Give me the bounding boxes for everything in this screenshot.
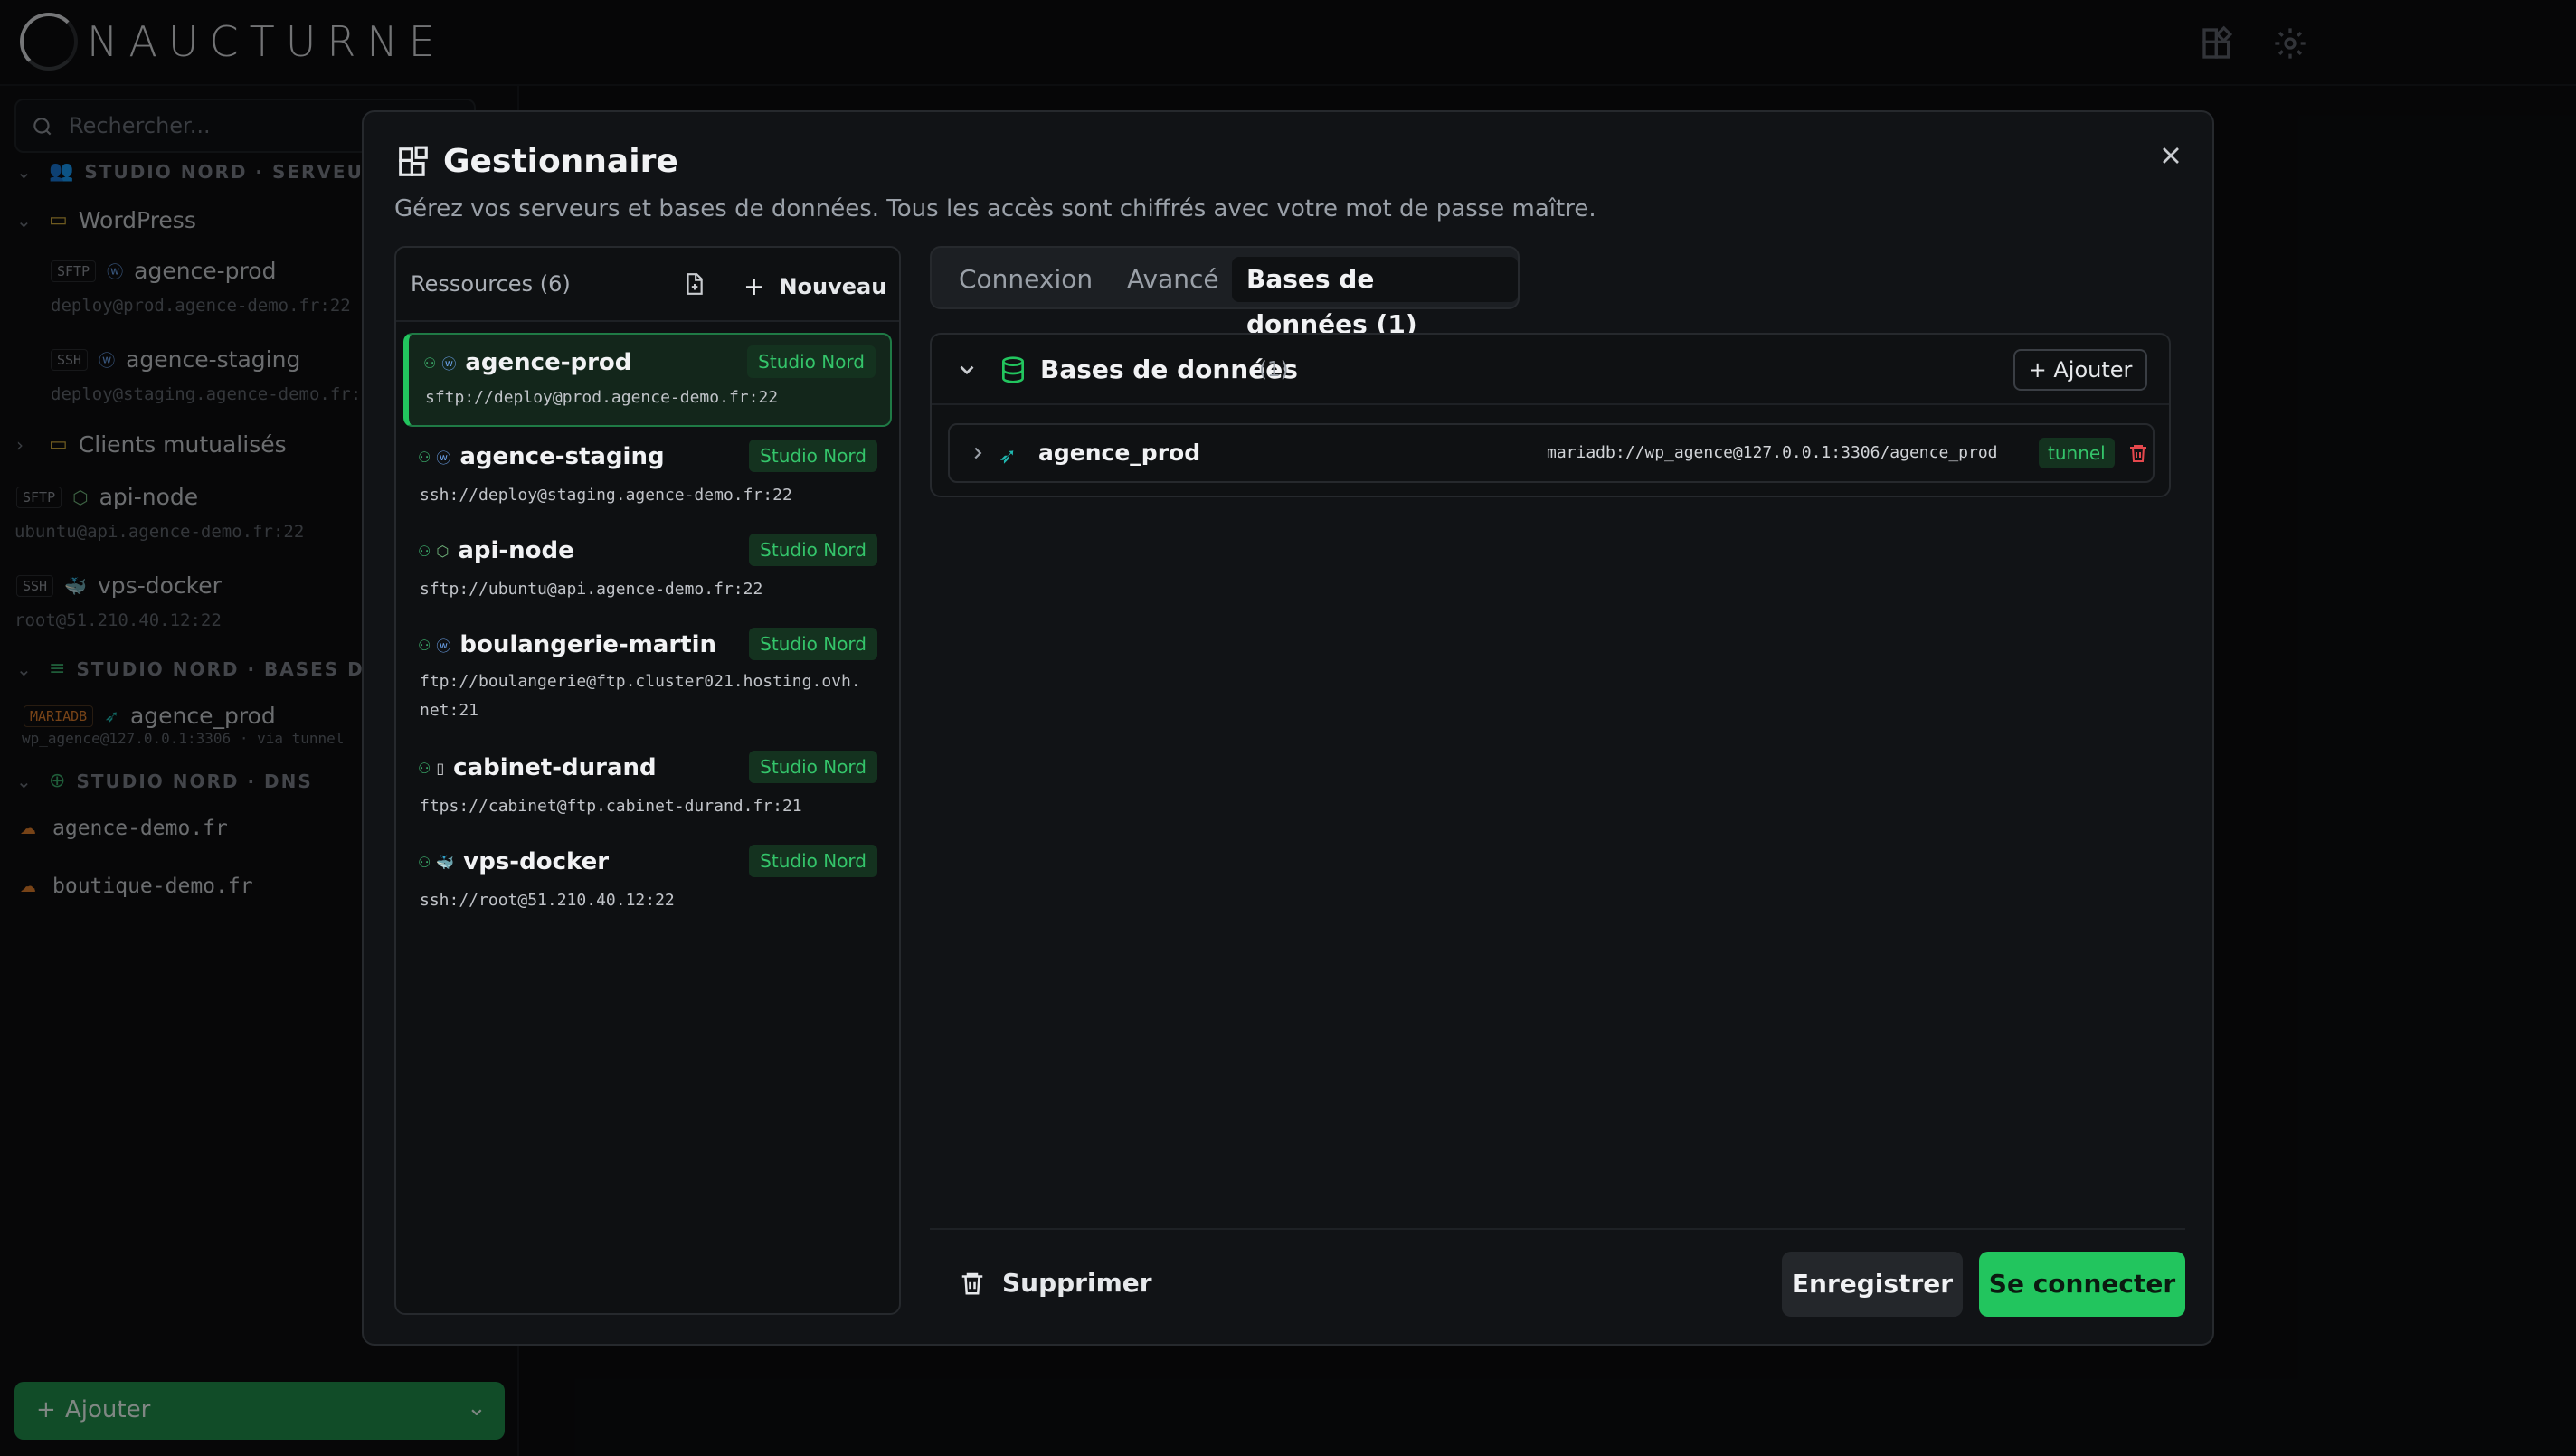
modal-description: Gérez vos serveurs et bases de données. … <box>394 195 1596 222</box>
workspace-badge: Studio Nord <box>749 628 877 660</box>
docker-icon: 🐳 <box>436 853 455 871</box>
mariadb-icon: ➶ <box>999 443 1018 468</box>
resource-url: sftp://ubuntu@api.agence-demo.fr:22 <box>420 580 763 599</box>
resource-item[interactable]: ⚇ ⓦ agence-staging Studio Nord ssh://dep… <box>403 429 892 519</box>
workspace-badge: Studio Nord <box>749 440 877 472</box>
databases-count: (1) <box>1259 358 1289 382</box>
resource-name: agence-staging <box>459 443 665 470</box>
database-row[interactable]: ➶ agence_prod mariadb://wp_agence@127.0.… <box>948 423 2155 483</box>
people-icon: ⚇ <box>418 853 431 871</box>
add-database-button[interactable]: + Ajouter <box>2013 349 2147 391</box>
resource-item[interactable]: ⚇ 🐳 vps-docker Studio Nord ssh://root@51… <box>403 834 892 924</box>
chevron-right-icon[interactable] <box>968 443 988 463</box>
tab-connexion[interactable]: Connexion <box>944 257 1107 302</box>
resource-name: vps-docker <box>463 848 610 875</box>
database-url: mariadb://wp_agence@127.0.0.1:3306/agenc… <box>1547 443 1998 462</box>
new-resource-button[interactable]: + Nouveau <box>743 271 886 301</box>
database-name: agence_prod <box>1038 440 1201 466</box>
delete-label: Supprimer <box>1002 1268 1152 1298</box>
resources-header: Ressources (6) + Nouveau <box>396 248 899 322</box>
tab-bases-de-donnees[interactable]: Bases de données (1) <box>1232 257 1518 339</box>
resource-url: ftp://boulangerie@ftp.cluster021.hosting… <box>420 672 861 691</box>
tunnel-badge: tunnel <box>2039 438 2115 468</box>
connect-button[interactable]: Se connecter <box>1979 1252 2185 1317</box>
workspace-badge: Studio Nord <box>749 845 877 877</box>
resource-name: boulangerie-martin <box>459 631 717 658</box>
plus-icon: + <box>2028 357 2054 383</box>
file-icon: ▯ <box>436 759 445 777</box>
manager-modal: Gestionnaire Gérez vos serveurs et bases… <box>362 110 2214 1346</box>
new-label: Nouveau <box>779 273 887 299</box>
databases-section: Bases de données (1) + Ajouter ➶ agence_… <box>930 333 2171 497</box>
people-icon: ⚇ <box>418 759 431 777</box>
wordpress-icon: ⓦ <box>441 355 457 373</box>
resource-name: cabinet-durand <box>453 754 657 781</box>
resource-url: net:21 <box>420 701 479 720</box>
modal-title: Gestionnaire <box>443 143 678 180</box>
trash-icon <box>961 1272 983 1294</box>
chevron-down-icon[interactable] <box>955 358 979 382</box>
add-label: Ajouter <box>2053 357 2133 383</box>
close-icon[interactable] <box>2156 141 2185 170</box>
resource-url: ftps://cabinet@ftp.cabinet-durand.fr:21 <box>420 797 802 816</box>
resource-item[interactable]: ⚇ ⬡ api-node Studio Nord sftp://ubuntu@a… <box>403 523 892 613</box>
people-icon: ⚇ <box>418 636 431 654</box>
database-icon <box>1002 356 1024 383</box>
resource-item[interactable]: ⚇ ▯ cabinet-durand Studio Nord ftps://ca… <box>403 740 892 830</box>
resource-url: ssh://deploy@staging.agence-demo.fr:22 <box>420 486 792 505</box>
databases-header: Bases de données (1) + Ajouter <box>932 335 2169 405</box>
workspace-badge: Studio Nord <box>747 345 876 378</box>
tab-bar: Connexion Avancé Bases de données (1) <box>930 246 1520 339</box>
people-icon: ⚇ <box>423 354 437 372</box>
resource-name: agence-prod <box>465 349 632 376</box>
nodejs-icon: ⬡ <box>436 542 450 560</box>
save-button[interactable]: Enregistrer <box>1782 1252 1963 1317</box>
resource-url: ssh://root@51.210.40.12:22 <box>420 891 675 910</box>
resource-name: api-node <box>458 537 574 564</box>
delete-button[interactable]: Supprimer <box>959 1268 1152 1298</box>
workspace-badge: Studio Nord <box>749 534 877 566</box>
people-icon: ⚇ <box>418 448 431 466</box>
resource-item[interactable]: ⚇ ⓦ agence-prod Studio Nord sftp://deplo… <box>403 333 892 427</box>
tab-avance[interactable]: Avancé <box>1113 257 1234 302</box>
trash-icon[interactable] <box>2127 441 2149 465</box>
people-icon: ⚇ <box>418 542 431 560</box>
resources-grid-icon <box>399 146 428 176</box>
import-file-icon[interactable] <box>682 271 706 297</box>
resources-panel: Ressources (6) + Nouveau ⚇ ⓦ agence-prod… <box>394 246 901 1315</box>
workspace-badge: Studio Nord <box>749 751 877 783</box>
plus-icon: + <box>743 271 765 301</box>
wordpress-icon: ⓦ <box>436 638 451 655</box>
resource-url: sftp://deploy@prod.agence-demo.fr:22 <box>425 388 779 407</box>
resources-title: Ressources (6) <box>411 271 571 297</box>
resource-item[interactable]: ⚇ ⓦ boulangerie-martin Studio Nord ftp:/… <box>403 617 892 736</box>
wordpress-icon: ⓦ <box>436 449 451 467</box>
footer-divider <box>930 1228 2185 1230</box>
